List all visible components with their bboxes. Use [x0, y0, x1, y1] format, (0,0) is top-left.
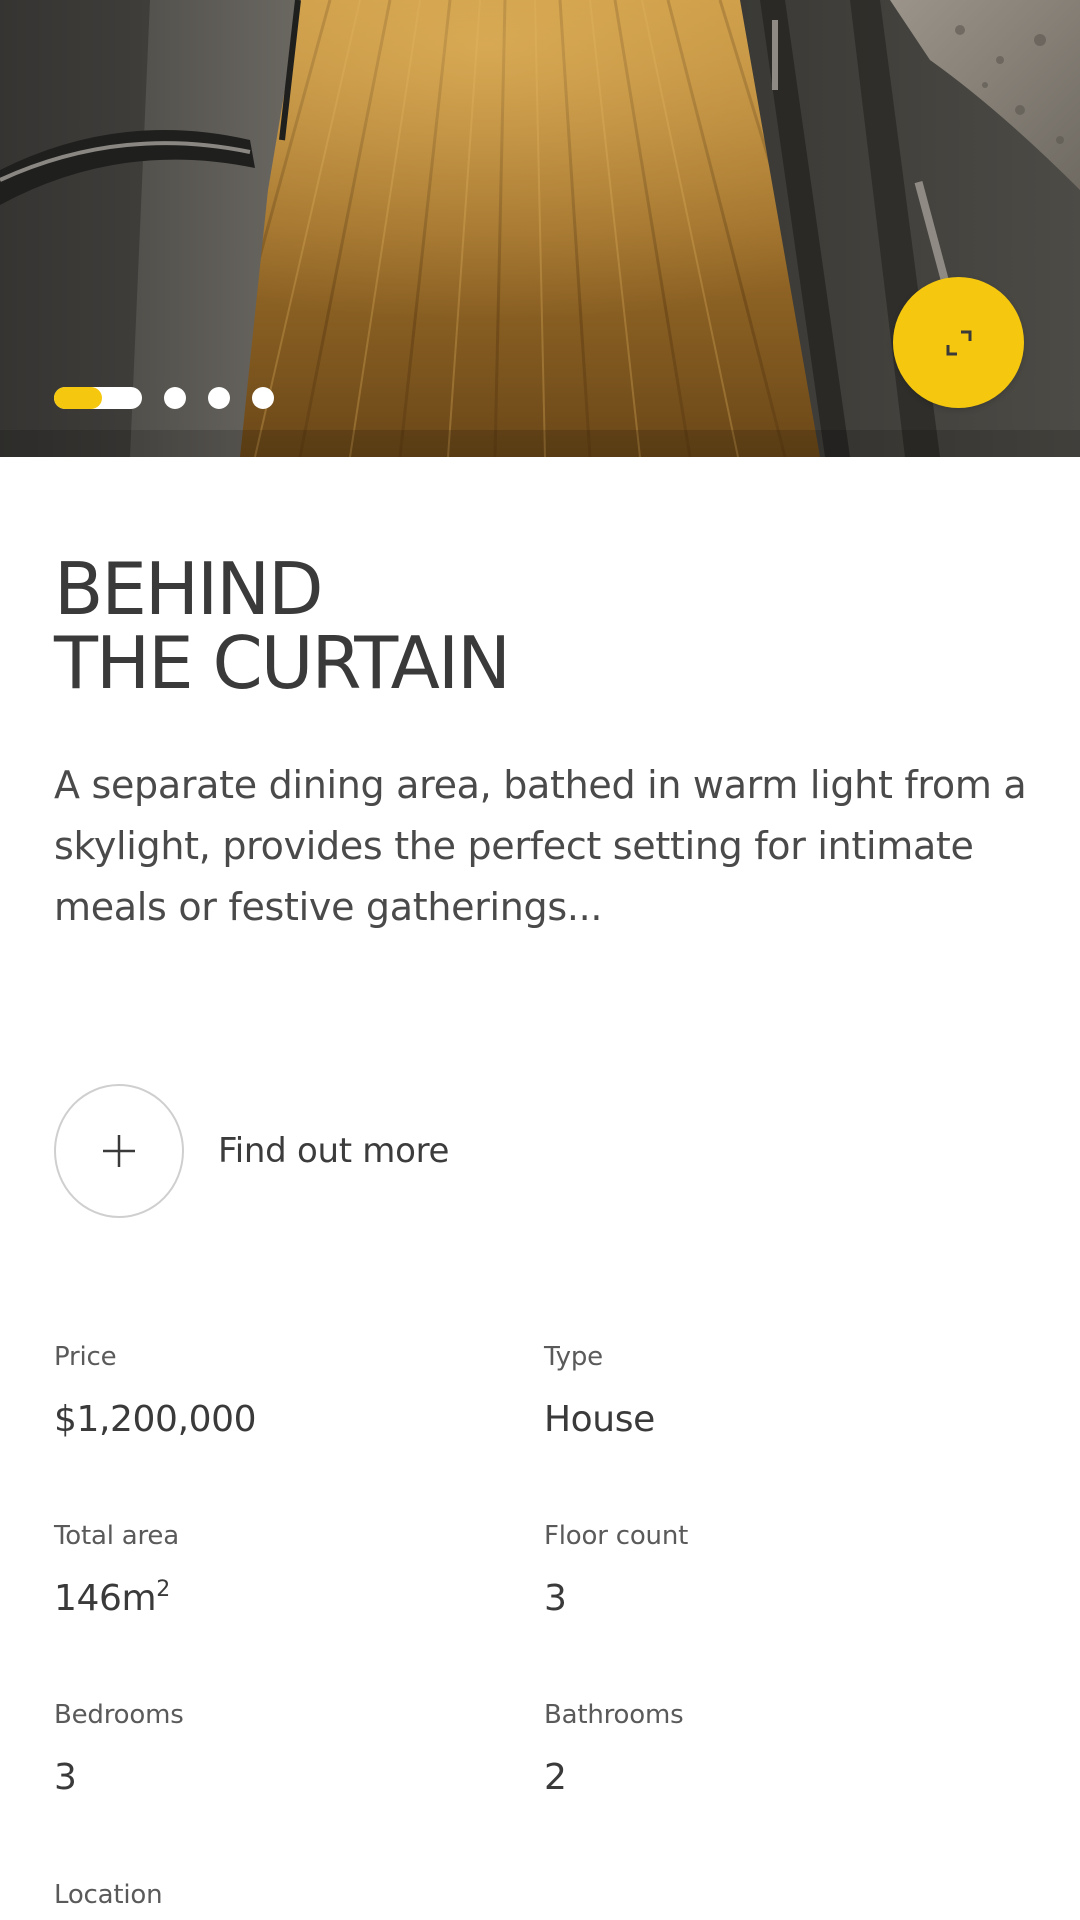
pagination-dot[interactable] — [164, 387, 186, 409]
pagination-dot-active[interactable] — [54, 387, 142, 409]
spec-label: Total area — [54, 1521, 179, 1551]
spec-floor-count: Floor count 3 — [544, 1521, 964, 1619]
spec-value: 3 — [54, 1757, 77, 1798]
spec-total-area: Total area 146m2 — [54, 1521, 474, 1619]
spec-type: Type House — [544, 1342, 964, 1440]
spec-bedrooms: Bedrooms 3 — [54, 1700, 474, 1798]
expand-button[interactable] — [893, 277, 1024, 408]
spec-location: Location — [54, 1880, 474, 1910]
title-line-1: BEHIND — [54, 547, 324, 631]
spec-value: House — [544, 1399, 655, 1440]
hero-gallery[interactable] — [0, 0, 1080, 457]
spec-bathrooms: Bathrooms 2 — [544, 1700, 964, 1798]
listing-page: BEHIND THE CURTAIN A separate dining are… — [0, 0, 1080, 1920]
spec-value: 146m2 — [54, 1579, 474, 1619]
plus-icon — [103, 1135, 135, 1167]
title-line-2: THE CURTAIN — [54, 621, 511, 705]
plus-button[interactable] — [54, 1084, 184, 1218]
spec-label: Floor count — [544, 1521, 689, 1551]
spec-label: Bedrooms — [54, 1700, 184, 1730]
spec-value: $1,200,000 — [54, 1399, 257, 1440]
pagination-dot[interactable] — [208, 387, 230, 409]
area-number: 146m — [54, 1578, 157, 1619]
pagination-progress — [54, 387, 103, 409]
find-out-more-label: Find out more — [218, 1131, 450, 1171]
spec-value: 3 — [544, 1578, 567, 1619]
find-out-more-button[interactable]: Find out more — [54, 1084, 449, 1218]
listing-description: A separate dining area, bathed in warm l… — [54, 763, 1027, 929]
spec-label: Price — [54, 1342, 117, 1372]
gallery-pagination — [54, 387, 296, 409]
spec-label: Type — [544, 1342, 603, 1372]
spec-label: Bathrooms — [544, 1700, 684, 1730]
expand-icon — [946, 330, 971, 355]
spec-value: 2 — [544, 1757, 567, 1798]
spec-label: Location — [54, 1880, 163, 1910]
pagination-dot[interactable] — [252, 387, 274, 409]
listing-title: BEHIND THE CURTAIN — [54, 547, 511, 705]
area-superscript: 2 — [156, 1577, 170, 1602]
spec-price: Price $1,200,000 — [54, 1342, 474, 1440]
